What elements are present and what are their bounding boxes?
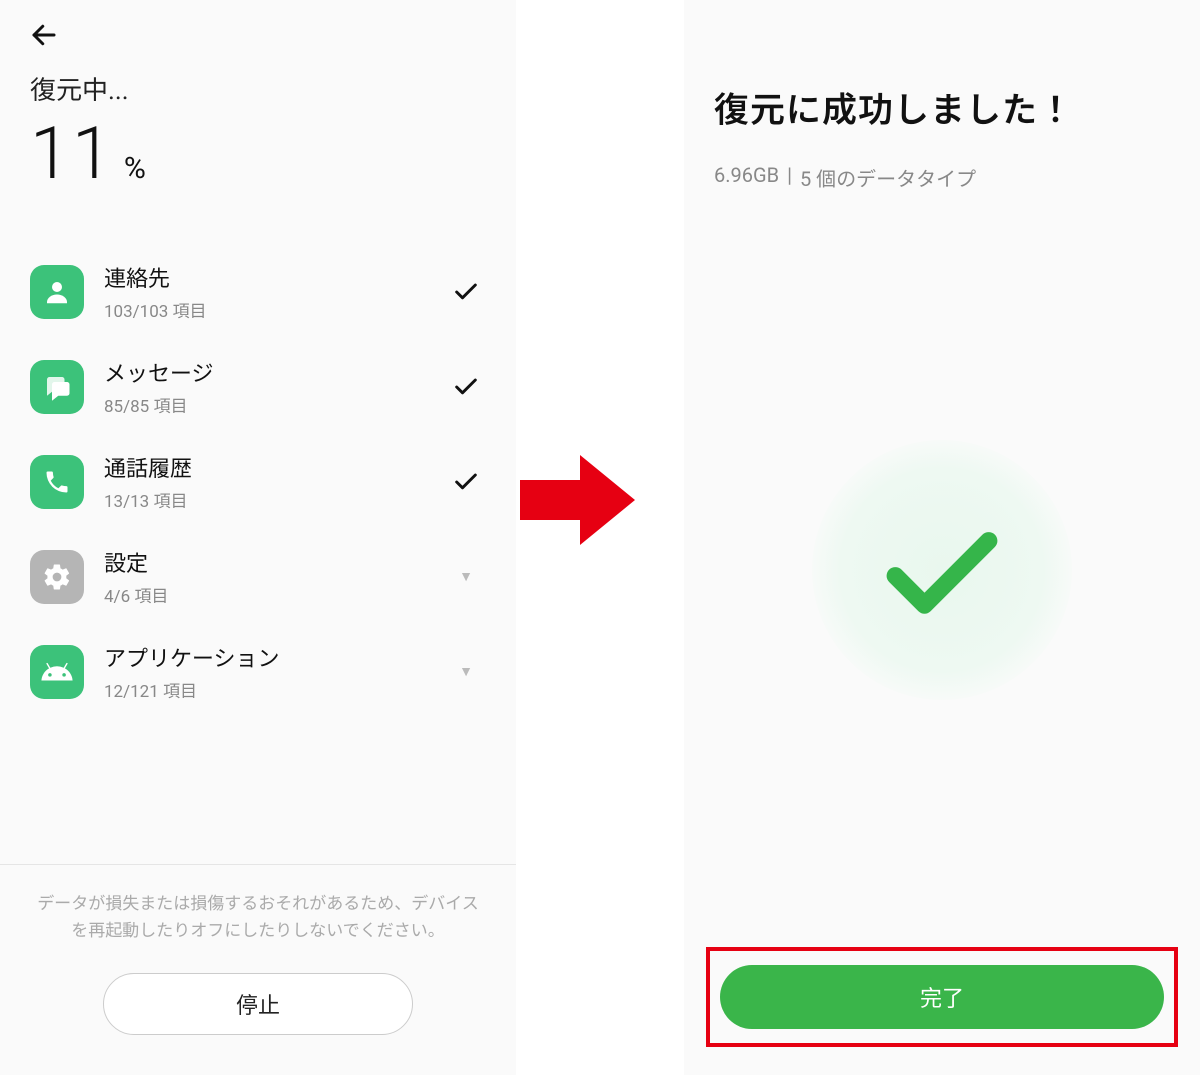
messages-icon [30,360,84,414]
check-icon [446,373,486,401]
warning-text: データが損失または損傷するおそれがあるため、デバイスを再起動したりオフにしたりし… [24,891,492,945]
chevron-down-icon: ▼ [446,663,486,680]
contacts-icon [30,265,84,319]
complete-header: 復元に成功しました！ 6.96GB | 5 個のデータタイプ [684,0,1200,192]
list-item-call-log[interactable]: 通話履歴 13/13 項目 [30,451,486,512]
list-item-applications[interactable]: アプリケーション 12/121 項目 ▼ [30,641,486,702]
complete-subtitle: 6.96GB | 5 個のデータタイプ [714,163,1170,192]
list-item-messages[interactable]: メッセージ 85/85 項目 [30,356,486,417]
item-title: 通話履歴 [104,451,426,483]
item-title: 連絡先 [104,261,426,293]
percent-symbol: % [124,151,146,186]
restore-progress-screen: 復元中... 11 % 連絡先 103/103 項目 [0,0,516,1075]
android-icon [30,645,84,699]
item-subtitle: 85/85 項目 [104,392,426,417]
item-title: アプリケーション [104,641,426,673]
data-type-count: 5 個のデータタイプ [800,163,976,192]
success-graphic [684,192,1200,947]
restored-size: 6.96GB [714,163,779,192]
success-check-icon [812,440,1072,700]
check-icon [446,468,486,496]
percent-value: 11 [30,111,114,196]
separator: | [787,163,792,192]
check-icon [446,278,486,306]
bottom-area: データが損失または損傷するおそれがあるため、デバイスを再起動したりオフにしたりし… [0,864,516,1075]
percent-display: 11 % [30,111,486,196]
divider [0,864,516,865]
item-title: メッセージ [104,356,426,388]
restore-complete-screen: 復元に成功しました！ 6.96GB | 5 個のデータタイプ 完了 [684,0,1200,1075]
chevron-down-icon: ▼ [446,568,486,585]
item-subtitle: 13/13 項目 [104,487,426,512]
complete-title: 復元に成功しました！ [714,82,1170,133]
status-label: 復元中... [30,70,486,107]
settings-icon [30,550,84,604]
item-subtitle: 12/121 項目 [104,677,426,702]
done-button[interactable]: 完了 [720,965,1164,1029]
progress-header: 復元中... 11 % [0,70,516,206]
stop-button[interactable]: 停止 [103,973,413,1035]
complete-bottom: 完了 [684,947,1200,1075]
list-item-contacts[interactable]: 連絡先 103/103 項目 [30,261,486,322]
item-subtitle: 103/103 項目 [104,297,426,322]
item-subtitle: 4/6 項目 [104,582,426,607]
done-button-highlight: 完了 [706,947,1178,1047]
phone-icon [30,455,84,509]
item-title: 設定 [104,546,426,578]
back-arrow-icon [29,20,59,50]
transition-arrow-icon [520,455,640,545]
restore-item-list: 連絡先 103/103 項目 メッセージ 85/85 項目 [0,261,516,702]
top-bar [0,0,516,70]
list-item-settings[interactable]: 設定 4/6 項目 ▼ [30,546,486,607]
back-button[interactable] [24,15,64,55]
